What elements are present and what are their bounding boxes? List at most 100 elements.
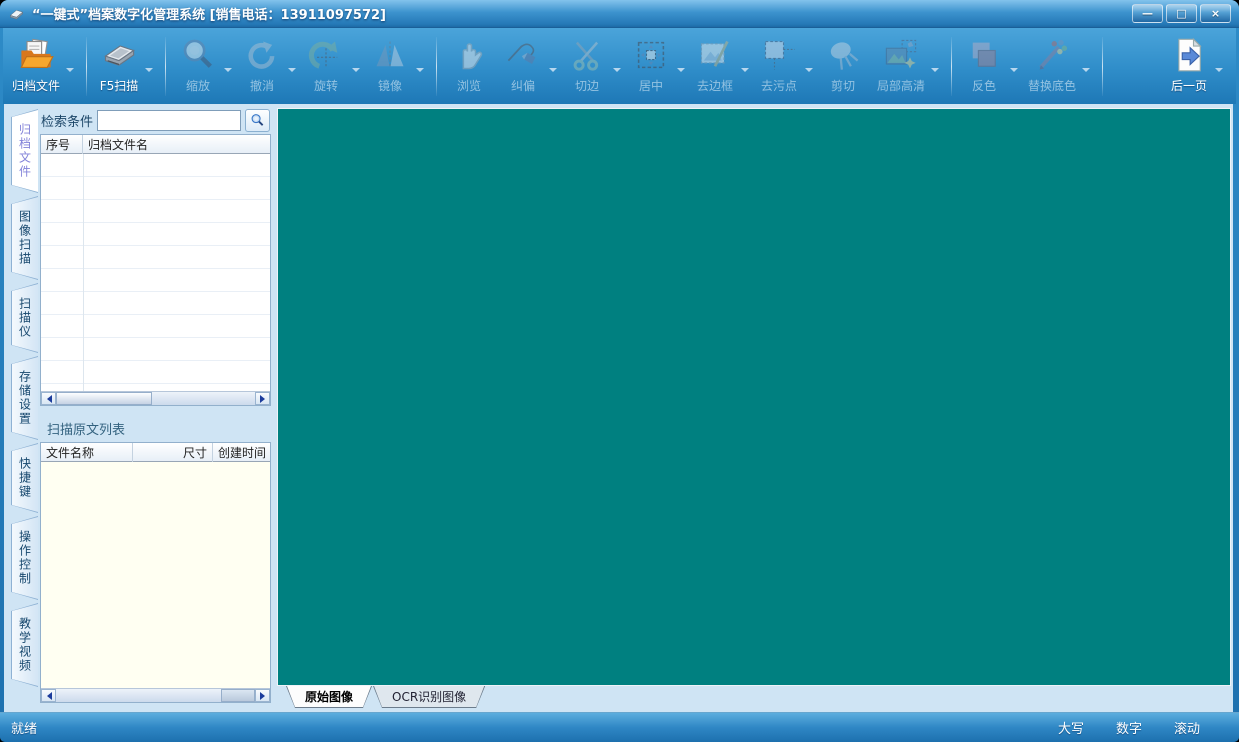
next-page-button[interactable]: 后一页 — [1164, 31, 1228, 102]
toolbar-separator — [436, 37, 438, 96]
dropdown-arrow-icon[interactable] — [741, 67, 750, 76]
scroll-left-button[interactable] — [41, 392, 56, 405]
rotate-button[interactable]: 旋转 — [301, 31, 365, 102]
archive-table-body[interactable] — [41, 154, 270, 391]
toolbar-button-face[interactable]: 旋转 — [301, 34, 351, 100]
crop-edge-button[interactable]: 切边 — [562, 31, 626, 102]
search-input[interactable] — [97, 110, 241, 131]
dropdown-arrow-icon[interactable] — [288, 67, 297, 76]
dropdown-arrow-icon[interactable] — [145, 67, 154, 76]
minimize-button[interactable]: — — [1132, 4, 1163, 23]
mirror-button[interactable]: 镜像 — [365, 31, 429, 102]
dropdown-arrow-icon[interactable] — [224, 67, 233, 76]
scan-table-body[interactable] — [41, 462, 270, 688]
column-header-created-time[interactable]: 创建时间 — [213, 443, 270, 462]
tab-archive-files[interactable]: 归档文件 — [11, 109, 38, 193]
toolbar-button-icon — [825, 37, 861, 73]
dropdown-arrow-icon[interactable] — [805, 67, 814, 76]
deskew-button[interactable]: 纠偏 — [498, 31, 562, 102]
invert-color-button[interactable]: 反色 — [959, 31, 1023, 102]
tab-scanner[interactable]: 扫描仪 — [11, 283, 38, 353]
viewer-tab-label: OCR识别图像 — [392, 690, 467, 704]
archive-file-table: 序号 归档文件名 — [40, 134, 271, 406]
toolbar-button-icon — [633, 37, 669, 73]
toolbar-button-face[interactable]: 镜像 — [365, 34, 415, 100]
column-header-size[interactable]: 尺寸 — [133, 442, 213, 462]
tab-hotkeys[interactable]: 快捷键 — [11, 443, 38, 513]
dropdown-arrow-icon[interactable] — [66, 67, 75, 76]
toolbar-button-face[interactable]: 撤消 — [237, 34, 287, 100]
sidebar-tab-label: 扫描仪 — [17, 297, 32, 339]
remove-border-button[interactable]: 去边框 — [690, 31, 754, 102]
zoom-button[interactable]: 缩放 — [173, 31, 237, 102]
toolbar-button-face[interactable]: 局部高清 — [872, 34, 930, 100]
toolbar-button-face[interactable]: 浏览 — [444, 34, 494, 100]
dropdown-arrow-icon[interactable] — [549, 67, 558, 76]
toolbar-button-face[interactable]: 切边 — [562, 34, 612, 100]
toolbar-button-icon — [180, 37, 216, 73]
remove-stain-button[interactable]: 去污点 — [754, 31, 818, 102]
tab-original-image[interactable]: 原始图像 — [286, 686, 372, 708]
toolbar-button-label: 纠偏 — [511, 78, 536, 93]
toolbar-button-face[interactable]: 去污点 — [754, 34, 804, 100]
dropdown-arrow-icon[interactable] — [613, 67, 622, 76]
title-bar: “一键式”档案数字化管理系统 [销售电话：13911097572] — □ × — [0, 0, 1239, 28]
toolbar-button-face[interactable]: 归档文件 — [7, 34, 65, 100]
replace-bg-button[interactable]: 替换底色 — [1023, 31, 1095, 102]
scroll-right-button[interactable] — [255, 689, 270, 702]
dropdown-arrow-icon[interactable] — [677, 67, 686, 76]
column-header-seq[interactable]: 序号 — [41, 134, 83, 154]
tab-tutorial-videos[interactable]: 教学视频 — [11, 603, 38, 687]
toolbar-button-label: 镜像 — [378, 78, 403, 93]
sidebar-tab-label: 存储设置 — [17, 370, 32, 426]
scroll-left-button[interactable] — [41, 689, 56, 702]
scroll-thumb[interactable] — [56, 392, 152, 405]
tab-storage-settings[interactable]: 存储设置 — [11, 356, 38, 440]
cut-button[interactable]: 剪切 — [818, 31, 872, 102]
toolbar-separator — [1102, 37, 1104, 96]
toolbar-button-label: 浏览 — [457, 78, 482, 93]
toolbar-button-label: 归档文件 — [12, 78, 61, 93]
archive-files-button[interactable]: 归档文件 — [7, 31, 79, 102]
sidebar-tab-label: 归档文件 — [17, 123, 32, 179]
scroll-thumb[interactable] — [221, 689, 255, 702]
browse-button[interactable]: 浏览 — [444, 31, 498, 102]
toolbar-button-face[interactable]: 反色 — [959, 34, 1009, 100]
tab-operation-control[interactable]: 操作控制 — [11, 516, 38, 600]
image-canvas[interactable] — [278, 109, 1230, 685]
search-button[interactable] — [245, 109, 270, 132]
maximize-button[interactable]: □ — [1166, 4, 1197, 23]
dropdown-arrow-icon[interactable] — [931, 67, 940, 76]
dropdown-arrow-icon[interactable] — [1215, 67, 1223, 76]
undo-button[interactable]: 撤消 — [237, 31, 301, 102]
toolbar-button-face[interactable]: 剪切 — [818, 34, 868, 100]
toolbar-button-face[interactable]: F5扫描 — [94, 34, 144, 100]
dropdown-arrow-icon[interactable] — [1010, 67, 1019, 76]
toolbar-button-face[interactable]: 后一页 — [1164, 34, 1214, 100]
center-button[interactable]: 居中 — [626, 31, 690, 102]
dropdown-arrow-icon[interactable] — [1082, 67, 1091, 76]
toolbar-button-face[interactable]: 纠偏 — [498, 34, 548, 100]
toolbar-button-label: 切边 — [575, 78, 600, 93]
tab-image-scan[interactable]: 图像扫描 — [11, 196, 38, 280]
tab-ocr-image[interactable]: OCR识别图像 — [373, 686, 485, 708]
column-header-file-name[interactable]: 文件名称 — [41, 442, 133, 462]
toolbar-button-face[interactable]: 替换底色 — [1023, 34, 1081, 100]
partial-hd-button[interactable]: 局部高清 — [872, 31, 944, 102]
toolbar-button-face[interactable]: 居中 — [626, 34, 676, 100]
dropdown-arrow-icon[interactable] — [352, 67, 361, 76]
scan-table-header: 文件名称 尺寸 创建时间 — [41, 442, 270, 462]
main-toolbar: 归档文件 F5扫描 缩放 撤消 旋转 镜像 浏览 纠偏 切边 居中 去边框 去污… — [3, 28, 1236, 104]
dropdown-arrow-icon[interactable] — [416, 67, 425, 76]
scroll-track[interactable] — [56, 689, 255, 702]
toolbar-button-face[interactable]: 去边框 — [690, 34, 740, 100]
window-title: “一键式”档案数字化管理系统 [销售电话：13911097572] — [32, 8, 386, 23]
toolbar-button-icon — [308, 37, 344, 73]
archive-table-header: 序号 归档文件名 — [41, 134, 270, 154]
scroll-track[interactable] — [56, 392, 255, 405]
toolbar-button-face[interactable]: 缩放 — [173, 34, 223, 100]
scroll-right-button[interactable] — [255, 392, 270, 405]
close-button[interactable]: × — [1200, 4, 1231, 23]
scan-f5-button[interactable]: F5扫描 — [94, 31, 158, 102]
column-header-filename[interactable]: 归档文件名 — [83, 135, 270, 154]
